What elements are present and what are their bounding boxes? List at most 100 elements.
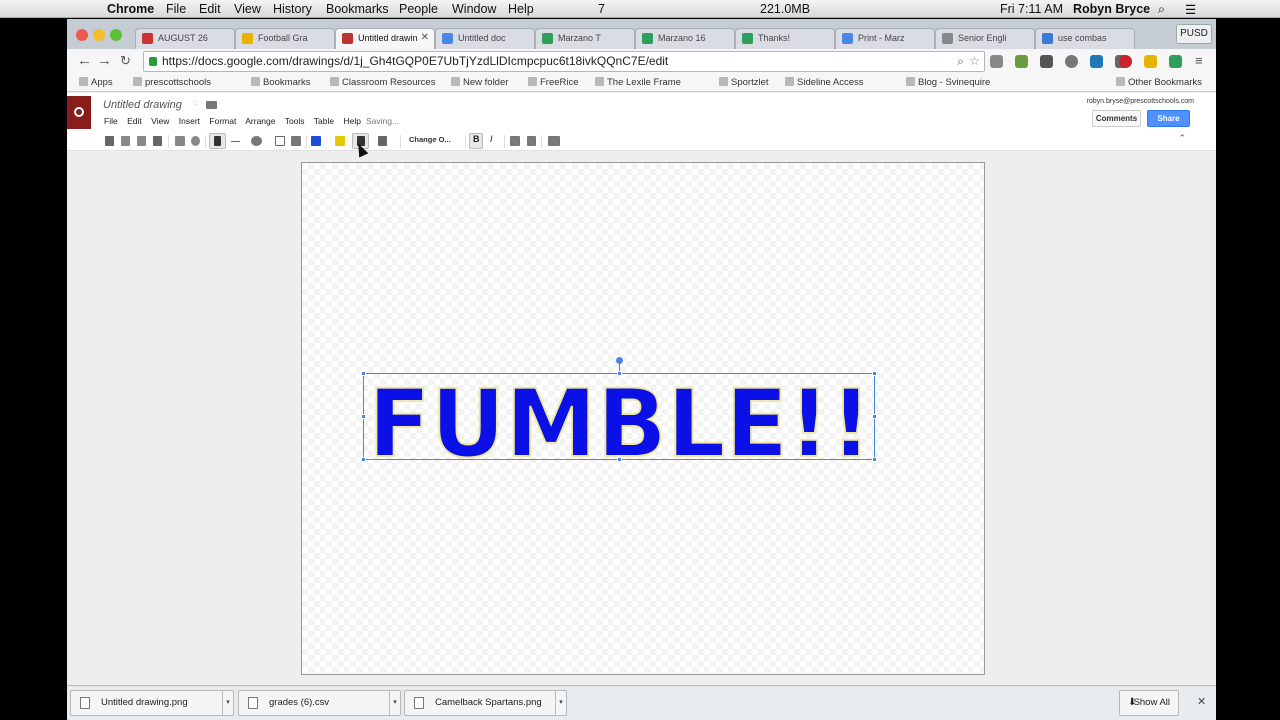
extension-icon-5[interactable]: [1090, 55, 1103, 68]
clock[interactable]: Fri 7:11 AM: [1000, 2, 1063, 16]
shape-tool-icon[interactable]: [251, 136, 262, 146]
docs-menu-tools[interactable]: Tools: [285, 116, 305, 126]
bookmark-sportzlet[interactable]: Sportzlet: [719, 77, 769, 88]
memory-readout[interactable]: 221.0MB: [760, 2, 810, 16]
image-tool-icon[interactable]: [291, 136, 301, 146]
bookmark-bookmarks[interactable]: Bookmarks: [251, 77, 311, 88]
bookmark-blog[interactable]: Blog - Svinequire: [906, 77, 990, 88]
extension-icon-7[interactable]: [1144, 55, 1157, 68]
tab-3[interactable]: Untitled drawin ✕: [335, 28, 435, 49]
extension-icon-8[interactable]: [1169, 55, 1182, 68]
collapse-chevron-icon[interactable]: ⌃: [1178, 133, 1186, 144]
resize-handle-s[interactable]: [617, 457, 622, 462]
resize-handle-w[interactable]: [361, 414, 366, 419]
redo-icon[interactable]: [137, 136, 146, 146]
more-icon[interactable]: [548, 136, 560, 146]
menu-edit[interactable]: Edit: [199, 2, 221, 16]
bookmark-apps[interactable]: Apps: [79, 77, 113, 88]
menu-help[interactable]: Help: [508, 2, 534, 16]
zoom-fit-icon[interactable]: [175, 136, 185, 146]
search-icon[interactable]: ⌕: [957, 52, 964, 71]
bookmark-new-folder[interactable]: New folder: [451, 77, 508, 88]
bookmark-prescottschools[interactable]: prescottschools: [133, 77, 211, 88]
menu-file[interactable]: File: [166, 2, 186, 16]
docs-menu-view[interactable]: View: [151, 116, 169, 126]
wordart-fumble[interactable]: FUMBLE!!: [361, 357, 877, 462]
tab-5[interactable]: Marzano T: [535, 28, 635, 49]
spotlight-icon[interactable]: ⌕: [1158, 2, 1165, 17]
account-email[interactable]: robyn.bryse@prescottschools.com: [1087, 98, 1194, 105]
close-shelf-icon[interactable]: ✕: [1197, 695, 1206, 708]
tab-10[interactable]: use combas: [1035, 28, 1135, 49]
tab-7[interactable]: Thanks!: [735, 28, 835, 49]
comments-button[interactable]: Comments: [1092, 110, 1141, 127]
link-icon[interactable]: [510, 136, 520, 146]
print-icon[interactable]: [105, 136, 114, 146]
rotation-handle[interactable]: [616, 357, 623, 364]
chevron-down-icon[interactable]: ▾: [555, 691, 566, 715]
reload-icon[interactable]: ↻: [120, 53, 131, 69]
forward-icon[interactable]: →: [97, 52, 112, 69]
fill-color-icon[interactable]: [311, 136, 321, 146]
star-icon[interactable]: ☆: [191, 98, 200, 109]
extension-icon-3[interactable]: [1040, 55, 1053, 68]
bookmark-sideline-access[interactable]: Sideline Access: [785, 77, 864, 88]
minimize-window-button[interactable]: [93, 29, 105, 41]
profile-badge[interactable]: PUSD: [1176, 24, 1212, 44]
download-item-3[interactable]: Camelback Spartans.png ▾: [404, 690, 567, 716]
menu-view[interactable]: View: [234, 2, 261, 16]
menu-app-name[interactable]: Chrome: [107, 2, 154, 16]
tab-6[interactable]: Marzano 16: [635, 28, 735, 49]
menu-history[interactable]: History: [273, 2, 312, 16]
docs-menu-arrange[interactable]: Arrange: [245, 116, 275, 126]
border-color-icon[interactable]: [335, 136, 345, 146]
docs-menu-table[interactable]: Table: [314, 116, 334, 126]
folder-icon[interactable]: [206, 101, 217, 109]
pinterest-icon[interactable]: [1119, 55, 1132, 68]
extension-icon-4[interactable]: [1065, 55, 1078, 68]
bookmark-classroom-resources[interactable]: Classroom Resources: [330, 77, 435, 88]
italic-icon[interactable]: I: [490, 134, 493, 144]
resize-handle-sw[interactable]: [361, 457, 366, 462]
drawing-canvas[interactable]: FUMBLE!!: [301, 162, 985, 675]
docs-menu-insert[interactable]: Insert: [179, 116, 200, 126]
resize-handle-se[interactable]: [872, 457, 877, 462]
docs-menu-edit[interactable]: Edit: [127, 116, 142, 126]
tab-9[interactable]: Senior Engli: [935, 28, 1035, 49]
bookmark-freerice[interactable]: FreeRice: [528, 77, 579, 88]
docs-menu-format[interactable]: Format: [209, 116, 236, 126]
menu-window[interactable]: Window: [452, 2, 496, 16]
resize-handle-e[interactable]: [872, 414, 877, 419]
paint-format-icon[interactable]: [153, 136, 162, 146]
extension-icon-2[interactable]: [1015, 55, 1028, 68]
docs-menu-help[interactable]: Help: [343, 116, 360, 126]
chrome-menu-icon[interactable]: ≡: [1195, 53, 1203, 68]
bookmark-star-icon[interactable]: ☆: [969, 52, 980, 71]
download-item-1[interactable]: Untitled drawing.png ▾: [70, 690, 234, 716]
extension-icon-1[interactable]: [990, 55, 1003, 68]
bookmark-other[interactable]: Other Bookmarks: [1116, 77, 1202, 88]
resize-handle-nw[interactable]: [361, 371, 366, 376]
tab-4[interactable]: Untitled doc: [435, 28, 535, 49]
back-icon[interactable]: ←: [77, 52, 92, 69]
tab-2[interactable]: Football Gra: [235, 28, 335, 49]
textbox-tool-icon[interactable]: [275, 136, 285, 146]
user-name[interactable]: Robyn Bryce: [1073, 2, 1150, 16]
chevron-down-icon[interactable]: ▾: [389, 691, 400, 715]
resize-handle-ne[interactable]: [872, 371, 877, 376]
border-dash-icon[interactable]: [378, 136, 387, 146]
tab-8[interactable]: Print - Marz: [835, 28, 935, 49]
drawings-logo[interactable]: [67, 96, 91, 129]
bookmark-lexile-frame[interactable]: The Lexile Frame: [595, 77, 681, 88]
notification-center-icon[interactable]: ☰: [1185, 2, 1196, 17]
close-tab-icon[interactable]: ✕: [421, 32, 429, 43]
download-item-2[interactable]: grades (6).csv ▾: [238, 690, 401, 716]
line-tool-icon[interactable]: [231, 141, 240, 142]
share-button[interactable]: Share: [1147, 110, 1190, 127]
menu-bookmarks[interactable]: Bookmarks: [326, 2, 389, 16]
resize-handle-n[interactable]: [617, 371, 622, 376]
tab-1[interactable]: AUGUST 26: [135, 28, 235, 49]
zoom-icon[interactable]: [191, 136, 200, 146]
undo-icon[interactable]: [121, 136, 130, 146]
font-dropdown[interactable]: Change O...: [409, 135, 451, 144]
